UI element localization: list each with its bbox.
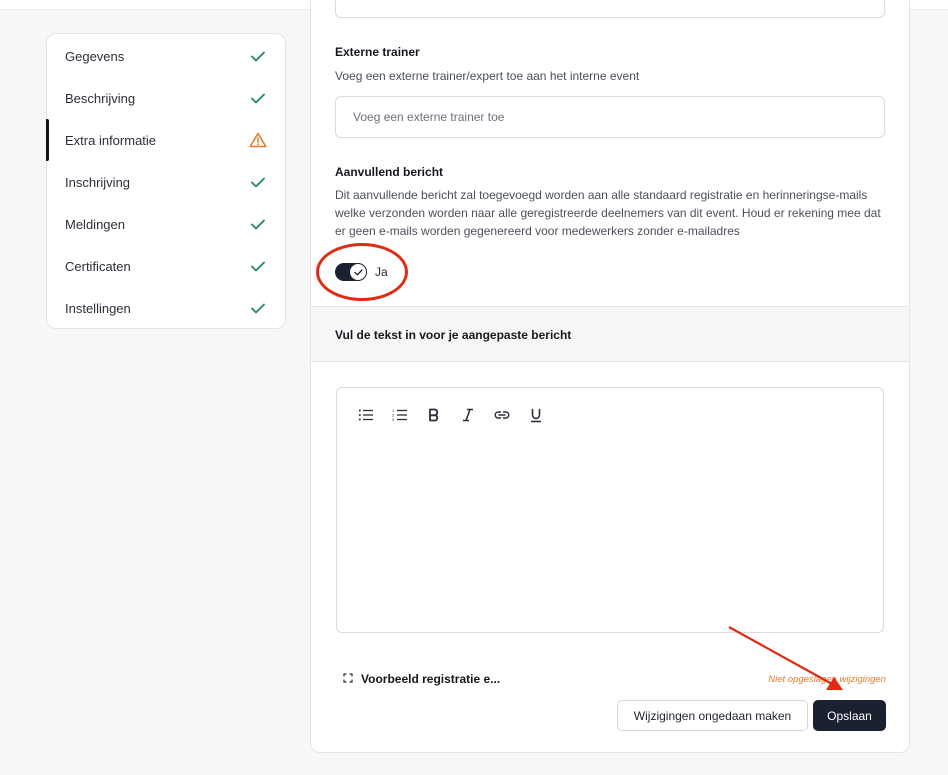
sidebar-item-meldingen[interactable]: Meldingen <box>47 203 285 245</box>
additional-message-description: Dit aanvullende bericht zal toegevoegd w… <box>335 188 881 238</box>
external-trainer-input[interactable] <box>335 96 885 138</box>
svg-text:3: 3 <box>392 417 395 422</box>
rich-text-editor[interactable]: 123 <box>336 387 884 633</box>
unsaved-changes-notice: Niet opgeslagen wijzigingen <box>768 674 886 685</box>
sidebar-item-label: Meldingen <box>65 216 125 232</box>
sidebar-item-gegevens[interactable]: Gegevens <box>47 35 285 77</box>
sidebar-item-instellingen[interactable]: Instellingen <box>47 287 285 329</box>
sidebar-item-extra-informatie[interactable]: Extra informatie <box>46 119 285 161</box>
additional-message-label: Aanvullend bericht <box>335 165 444 179</box>
italic-icon[interactable] <box>457 404 479 426</box>
link-icon[interactable] <box>491 404 513 426</box>
check-icon <box>249 215 267 233</box>
form-card: Externe trainer Voeg een externe trainer… <box>310 0 910 753</box>
check-icon <box>249 257 267 275</box>
sidebar-item-beschrijving[interactable]: Beschrijving <box>47 77 285 119</box>
warning-icon <box>249 131 267 149</box>
sidebar-item-label: Beschrijving <box>65 90 136 106</box>
check-icon <box>249 173 267 191</box>
expand-icon <box>343 672 353 686</box>
previous-field-input[interactable] <box>335 0 885 18</box>
sidebar-item-label: Extra informatie <box>65 132 157 148</box>
custom-message-header: Vul de tekst in voor je aangepaste beric… <box>311 306 909 362</box>
sidebar-item-certificaten[interactable]: Certificaten <box>47 245 285 287</box>
undo-changes-button[interactable]: Wijzigingen ongedaan maken <box>617 700 808 731</box>
bold-icon[interactable] <box>423 404 445 426</box>
preview-registration-email-link[interactable]: Voorbeeld registratie e... <box>343 672 500 686</box>
sidebar-item-inschrijving[interactable]: Inschrijving <box>47 161 285 203</box>
save-button[interactable]: Opslaan <box>813 700 886 731</box>
sidebar-item-label: Certificaten <box>65 258 131 274</box>
preview-label: Voorbeeld registratie e... <box>361 672 501 686</box>
sidebar-item-label: Inschrijving <box>65 174 131 190</box>
sidebar-item-label: Gegevens <box>65 48 125 64</box>
editor-toolbar: 123 <box>355 404 547 426</box>
check-icon <box>249 47 267 65</box>
external-trainer-description: Voeg een externe trainer/expert toe aan … <box>335 69 640 83</box>
step-navigation: Gegevens Beschrijving Extra informatie I… <box>46 33 286 329</box>
custom-message-title: Vul de tekst in voor je aangepaste beric… <box>335 328 572 342</box>
sidebar-item-label: Instellingen <box>65 300 131 316</box>
annotation-circle <box>316 243 408 301</box>
numbered-list-icon[interactable]: 123 <box>389 404 411 426</box>
check-icon <box>249 299 267 317</box>
check-icon <box>249 89 267 107</box>
underline-icon[interactable] <box>525 404 547 426</box>
bullet-list-icon[interactable] <box>355 404 377 426</box>
external-trainer-label: Externe trainer <box>335 45 420 59</box>
